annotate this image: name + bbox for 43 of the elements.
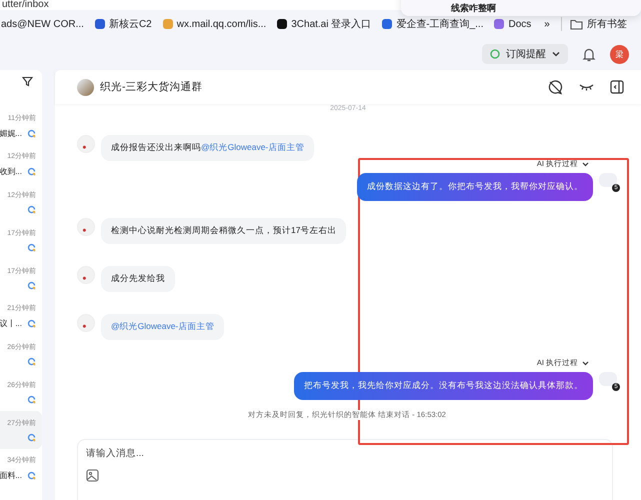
bookmark-icon	[162, 19, 173, 29]
bookmark-item[interactable]: Docs	[494, 18, 532, 30]
chat-title: 织光-三彩大货沟通群	[100, 80, 202, 94]
filter-icon[interactable]	[22, 76, 33, 87]
user-avatar[interactable]: 梁	[610, 44, 629, 64]
message-bubble: 检测中心说耐光检测周期会稍微久一点，预计17号左右出	[101, 218, 346, 244]
notification-text: 线索咋整啊	[451, 2, 496, 15]
muted-bubble-icon[interactable]	[548, 80, 563, 94]
bookmark-item[interactable]: 爱企查-工商查询_...	[382, 17, 484, 31]
image-icon[interactable]	[86, 469, 99, 482]
bookmark-item[interactable]: 3Chat.ai 登录入口	[277, 17, 372, 31]
notification-bell-icon[interactable]	[582, 46, 596, 62]
bookmark-icon	[277, 19, 288, 29]
caret-icon	[552, 51, 560, 57]
notification-popup[interactable]: 线索咋整啊	[401, 0, 641, 16]
status-ring-icon	[490, 49, 500, 59]
sender-avatar	[77, 314, 95, 332]
bookmark-icon	[94, 19, 105, 29]
subscribe-button[interactable]: 订阅提醒	[482, 44, 568, 64]
caret-icon	[582, 360, 589, 366]
sender-avatar	[77, 266, 95, 284]
message-bubble: @织光Gloweave-店面主管	[101, 314, 224, 340]
message-bubble: 成份数据这边有了。你把布号发我，我帮你对应确认。	[357, 173, 593, 201]
bookmark-item[interactable]: 新核云C2	[94, 17, 152, 31]
closed-eye-icon[interactable]	[579, 83, 594, 91]
bookmark-item[interactable]: wx.mail.qq.com/lis...	[162, 18, 266, 30]
folder-icon	[570, 18, 583, 30]
message-input[interactable]: 请输入消息...	[86, 448, 604, 459]
group-avatar	[77, 78, 94, 96]
bookmark-icon	[382, 19, 392, 29]
address-text[interactable]: utter/inbox	[2, 0, 49, 10]
message-bubble: 把布号发我，我先给你对应成分。没有布号我这边没法确认具体那款。	[294, 372, 593, 400]
bookmark-item[interactable]: ads@NEW COR...	[1, 18, 84, 30]
all-bookmarks-button[interactable]: 所有书签	[560, 17, 627, 31]
message-bubble: 成份报告还没出来啊吗@织光Gloweave-店面主管	[101, 135, 314, 161]
message-bubble: 成分先发给我	[101, 266, 175, 292]
bookmark-icon	[494, 19, 504, 29]
caret-icon	[582, 162, 589, 166]
sender-avatar	[77, 218, 95, 236]
message-preview: 收到...	[0, 166, 22, 177]
sender-avatar	[77, 135, 95, 153]
side-panel-icon[interactable]	[610, 80, 624, 94]
more-bookmarks-button[interactable]: »	[544, 18, 550, 30]
